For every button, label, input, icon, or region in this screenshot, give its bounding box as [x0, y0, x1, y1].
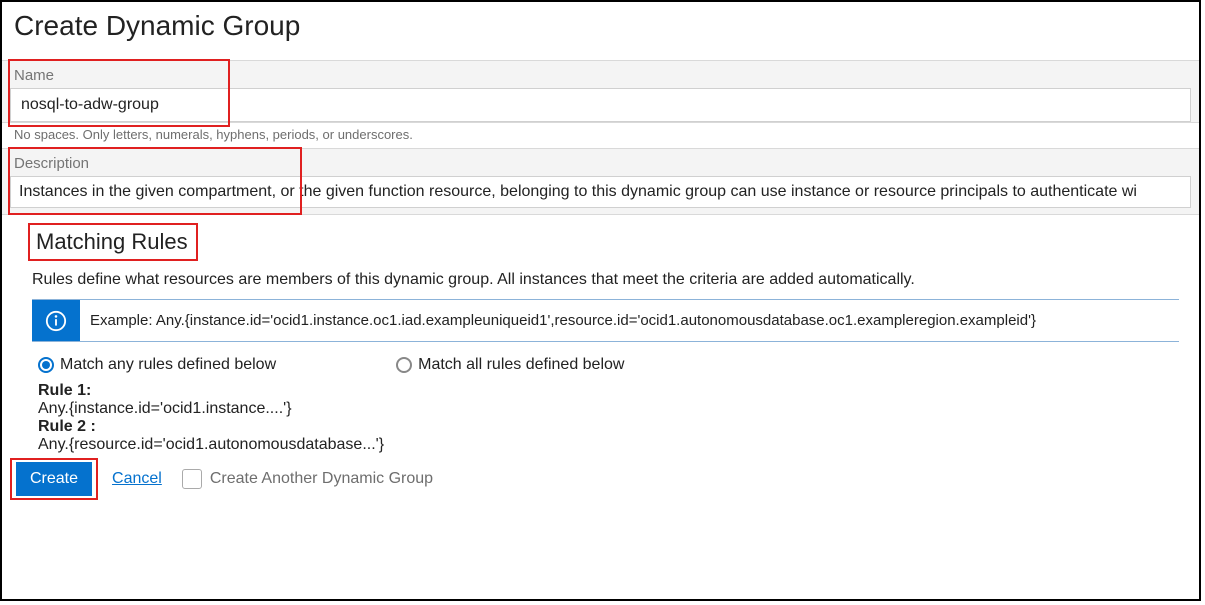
description-input-wrap[interactable]: Instances in the given compartment, or t… — [10, 176, 1191, 208]
example-text: Example: Any.{instance.id='ocid1.instanc… — [80, 300, 1179, 341]
radio-match-all[interactable]: Match all rules defined below — [396, 356, 624, 374]
name-hint: No spaces. Only letters, numerals, hyphe… — [2, 123, 1199, 148]
info-icon — [32, 300, 80, 341]
rule-body: Any.{resource.id='ocid1.autonomousdataba… — [38, 436, 1175, 454]
description-label: Description — [2, 149, 1199, 176]
page-title: Create Dynamic Group — [2, 2, 1199, 60]
cancel-link[interactable]: Cancel — [112, 470, 162, 488]
name-field-block: Name — [2, 60, 1199, 123]
rule-item: Rule 1: Any.{instance.id='ocid1.instance… — [38, 382, 1175, 418]
example-row: Example: Any.{instance.id='ocid1.instanc… — [32, 299, 1179, 342]
footer-row: Create Cancel Create Another Dynamic Gro… — [2, 454, 1199, 496]
radio-all-label: Match all rules defined below — [418, 356, 624, 374]
matching-rules-title: Matching Rules — [32, 227, 192, 257]
matching-rules-section: Matching Rules Rules define what resourc… — [2, 215, 1199, 454]
radio-all-indicator — [396, 357, 412, 373]
name-input-wrap[interactable] — [10, 88, 1191, 122]
matching-rules-description: Rules define what resources are members … — [32, 271, 1181, 289]
rule-label: Rule 2 : — [38, 418, 96, 435]
create-another-label: Create Another Dynamic Group — [210, 470, 433, 488]
rule-item: Rule 2 : Any.{resource.id='ocid1.autonom… — [38, 418, 1175, 454]
create-another-checkbox[interactable]: Create Another Dynamic Group — [182, 469, 433, 489]
checkbox-icon — [182, 469, 202, 489]
rule-label: Rule 1: — [38, 382, 91, 399]
radio-any-label: Match any rules defined below — [60, 356, 276, 374]
description-field-block: Description Instances in the given compa… — [2, 148, 1199, 215]
radio-match-any[interactable]: Match any rules defined below — [38, 356, 276, 374]
description-input[interactable]: Instances in the given compartment, or t… — [19, 183, 1137, 200]
rule-body: Any.{instance.id='ocid1.instance....'} — [38, 400, 1175, 418]
name-label: Name — [2, 61, 1199, 88]
rules-list: Rule 1: Any.{instance.id='ocid1.instance… — [32, 380, 1181, 454]
create-button[interactable]: Create — [16, 462, 92, 496]
name-input[interactable] — [19, 95, 1186, 115]
radio-any-indicator — [38, 357, 54, 373]
match-mode-row: Match any rules defined below Match all … — [32, 342, 1181, 380]
